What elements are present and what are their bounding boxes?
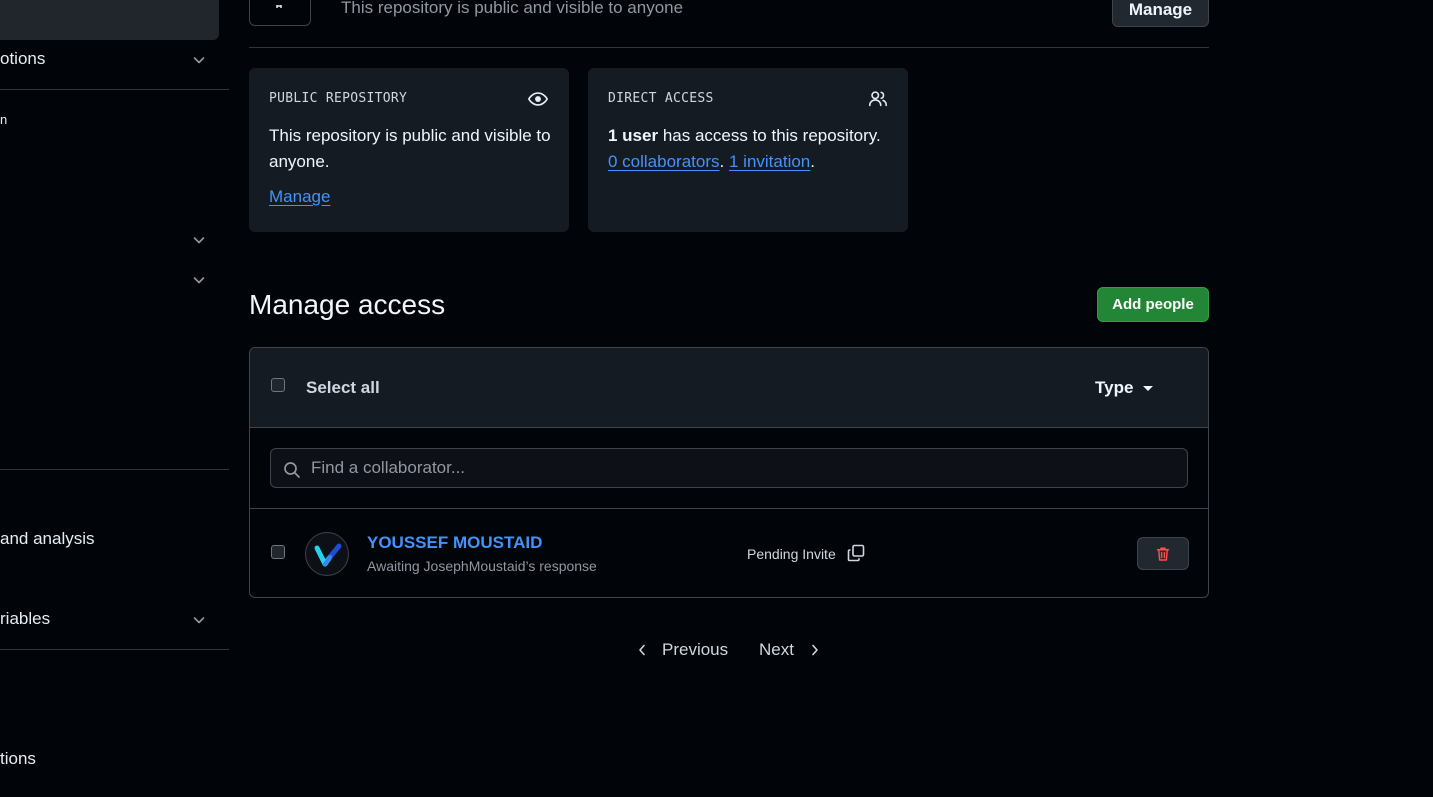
previous-label: Previous [662,640,729,659]
people-icon [868,91,888,107]
sidebar-divider [0,469,229,470]
collaborator-status-text: Awaiting JosephMoustaid’s response [367,558,597,574]
search-row [250,429,1208,509]
card-label: PUBLIC REPOSITORY [269,91,408,106]
direct-access-card: DIRECT ACCESS 1 user has access to this … [588,68,908,232]
pending-invite-label: Pending Invite [747,546,836,562]
sidebar-item-options[interactable]: otions [0,49,45,69]
remove-collaborator-button[interactable] [1137,537,1189,570]
sidebar-active-item[interactable] [0,0,219,40]
table-row: YOUSSEF MOUSTAID Awaiting JosephMoustaid… [250,510,1208,597]
chevron-down-icon[interactable] [191,52,207,68]
caret-down-icon[interactable] [1143,386,1153,391]
select-all-checkbox[interactable] [271,378,285,392]
section-divider [249,47,1209,48]
repo-visibility-icon-box [249,0,311,26]
collaborators-link[interactable]: 0 collaborators [608,152,720,171]
row-checkbox[interactable] [271,545,285,559]
collaborators-table: Select all Type YOUSSEF MOUSTAID Awaitin… [249,347,1209,598]
sidebar-item-secrets-variables[interactable]: riables [0,609,50,629]
avatar[interactable] [305,532,349,576]
collaborator-name-link[interactable]: YOUSSEF MOUSTAID [367,533,542,553]
user-count: 1 user [608,126,659,145]
end-punctuation: . [810,152,815,171]
manage-link[interactable]: Manage [269,187,330,207]
separator: . [719,152,725,171]
copy-icon[interactable] [846,543,866,563]
eye-icon [527,92,549,106]
sidebar-item-integrations[interactable]: tions [0,749,36,769]
trash-icon [1156,547,1170,561]
chevron-left-icon [639,644,645,656]
sidebar-item-code-security-analysis[interactable]: and analysis [0,529,95,549]
public-repository-card: PUBLIC REPOSITORY This repository is pub… [249,68,569,232]
access-text: has access to this repository. [658,126,881,145]
select-all-label[interactable]: Select all [306,378,380,398]
sidebar-divider [0,649,229,650]
search-box[interactable] [270,448,1188,488]
invitation-link[interactable]: 1 invitation [729,152,810,171]
type-filter-button[interactable]: Type [1095,378,1133,398]
repo-icon [276,5,282,8]
settings-sidebar: otions n and analysis riables tions [0,0,230,797]
card-label: DIRECT ACCESS [608,91,714,106]
next-label: Next [759,640,794,659]
manage-visibility-button[interactable]: Manage [1112,0,1209,27]
find-collaborator-input[interactable] [311,449,1171,487]
manage-access-title: Manage access [249,289,446,320]
chevron-down-icon[interactable] [191,272,207,288]
direct-access-text: 1 user has access to this repository. 0 … [608,123,898,175]
chevron-right-icon [812,644,818,656]
avatar-logo [314,543,342,567]
card-text: This repository is public and visible to… [269,126,551,171]
sidebar-item-partial[interactable]: n [0,112,7,127]
chevron-down-icon[interactable] [191,232,207,248]
search-icon [284,462,300,478]
chevron-down-icon[interactable] [191,612,207,628]
repo-visibility-text: This repository is public and visible to… [341,0,684,17]
table-header: Select all Type [250,348,1208,428]
add-people-button[interactable]: Add people [1097,287,1209,322]
sidebar-divider [0,89,229,90]
